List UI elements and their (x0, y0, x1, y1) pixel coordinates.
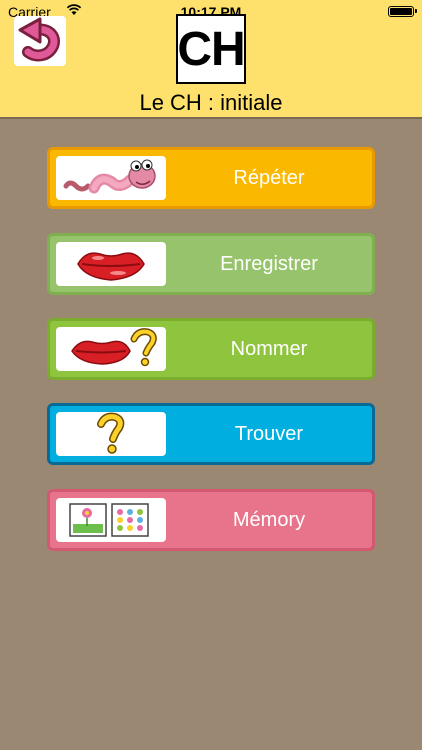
thumbnail (56, 412, 166, 456)
thumbnail (56, 327, 166, 371)
find-label: Trouver (234, 422, 304, 445)
record-button[interactable]: Enregistrer (47, 233, 375, 295)
name-label: Nommer (230, 337, 308, 360)
name-button[interactable]: Nommer (47, 318, 375, 380)
worm-icon (63, 159, 156, 194)
thumbnail (56, 498, 166, 542)
lips-icon (77, 252, 145, 281)
memory-cards-icon (69, 503, 149, 537)
question-mark-icon (97, 412, 125, 454)
lips-question-icon (71, 328, 157, 367)
thumbnail (56, 156, 166, 200)
battery-icon (388, 6, 417, 17)
find-button[interactable]: Trouver (47, 403, 375, 465)
record-label: Enregistrer (220, 252, 318, 275)
page-title: Le CH : initiale (139, 90, 283, 115)
repeat-label: Répéter (233, 166, 305, 189)
back-button[interactable] (14, 16, 66, 66)
memory-button[interactable]: Mémory (47, 489, 375, 551)
memory-label: Mémory (232, 508, 306, 531)
header: Carrier 10:17 PM CH Le CH : initiale (0, 0, 422, 119)
undo-arrow-icon (18, 17, 60, 62)
thumbnail (56, 242, 166, 286)
letter-card: CH (176, 14, 246, 84)
repeat-button[interactable]: Répéter (47, 147, 375, 209)
